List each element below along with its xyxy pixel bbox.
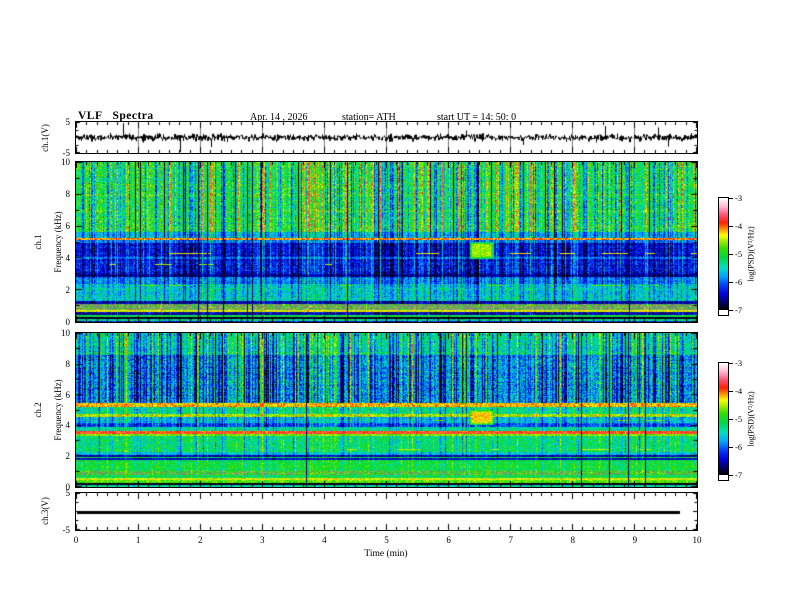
y-tick-label: -5 [62, 525, 71, 535]
vlf-spectra-plot: VLF Spectra Apr. 14 , 2026 station= ATH … [0, 0, 792, 612]
ch1-voltage-axis-label: ch.1(V) [40, 124, 50, 152]
colorbar-tick [729, 447, 733, 448]
colorbar-tick-label: -6 [735, 277, 743, 287]
x-tick-label: 10 [692, 535, 702, 545]
ch1-axis-line2: Frequency (kHz) [53, 211, 63, 273]
ch1-spectrogram-canvas [76, 162, 697, 322]
x-tick-label: 0 [73, 535, 79, 545]
colorbar-tick-label: -3 [735, 193, 743, 203]
colorbar-tick [729, 282, 733, 283]
ch2-spectrogram-canvas [76, 333, 697, 487]
y-tick-label: 8 [65, 358, 71, 369]
colorbar-ch1-gradient [719, 198, 728, 310]
colorbar-tick-label: -7 [735, 305, 743, 315]
x-tick-label: 7 [508, 535, 513, 545]
ch3-waveform-canvas [76, 493, 697, 530]
ch2-frequency-axis-label: ch.2 Frequency (kHz) [33, 379, 63, 440]
colorbar-tick [729, 310, 733, 311]
colorbar-tick [729, 475, 733, 476]
y-tick-label: 10 [61, 328, 70, 338]
colorbar-tick-label: -5 [735, 249, 743, 259]
colorbar-tick [729, 226, 733, 227]
colorbar-tick [729, 198, 733, 199]
colorbar-ch1-label: log(PSD)(V²/Hz) [746, 226, 756, 282]
ch2-axis-line1: ch.2 [33, 402, 43, 418]
ch1-spectrogram-panel [75, 161, 698, 323]
y-tick-label: 5 [65, 488, 71, 498]
x-tick-label: 1 [135, 535, 141, 545]
y-tick-label: 4 [65, 420, 71, 431]
y-tick-label: 10 [61, 157, 70, 167]
ch1-waveform-canvas [76, 122, 697, 153]
colorbar-ch2-label: log(PSD)(V²/Hz) [746, 391, 756, 447]
x-tick-label: 6 [446, 535, 451, 545]
y-tick-label: -5 [62, 148, 71, 158]
colorbar-tick [729, 363, 733, 364]
colorbar-ch2-gradient [719, 363, 728, 475]
colorbar-tick-label: -7 [735, 470, 743, 480]
colorbar-tick-label: -6 [735, 442, 743, 452]
colorbar-tick-label: -5 [735, 414, 743, 424]
ch3-voltage-axis-label: ch.3(V) [40, 497, 50, 525]
x-tick-label: 4 [322, 535, 327, 545]
ch2-axis-line2: Frequency (kHz) [53, 379, 63, 441]
x-tick-label: 5 [384, 535, 389, 545]
colorbar-tick [729, 391, 733, 392]
y-tick-label: 6 [65, 221, 71, 231]
ch1-axis-line1: ch.1 [33, 234, 43, 250]
y-tick-label: 5 [65, 117, 71, 127]
x-tick-label: 8 [570, 535, 576, 545]
x-tick-label: 9 [632, 535, 638, 545]
x-tick-label: 3 [260, 535, 265, 545]
colorbar-tick-label: -3 [735, 358, 743, 368]
ch1-frequency-axis-label: ch.1 Frequency (kHz) [33, 211, 63, 272]
y-tick-label: 8 [65, 189, 71, 199]
y-tick-label: 2 [65, 285, 71, 295]
y-tick-label: 0 [65, 317, 71, 327]
colorbar-ch2 [718, 362, 729, 481]
y-tick-label: 2 [65, 451, 71, 462]
time-axis-label: Time (min) [364, 549, 408, 559]
colorbar-tick-label: -4 [735, 386, 743, 396]
x-tick-label: 2 [197, 535, 203, 545]
ch3-waveform-panel [75, 492, 698, 531]
y-tick-label: 6 [65, 389, 71, 400]
ch2-spectrogram-panel [75, 332, 698, 488]
colorbar-tick [729, 419, 733, 420]
ch1-waveform-panel [75, 121, 698, 154]
colorbar-tick-label: -4 [735, 221, 743, 231]
colorbar-tick [729, 254, 733, 255]
colorbar-ch1 [718, 197, 729, 316]
y-tick-label: 4 [65, 253, 71, 263]
